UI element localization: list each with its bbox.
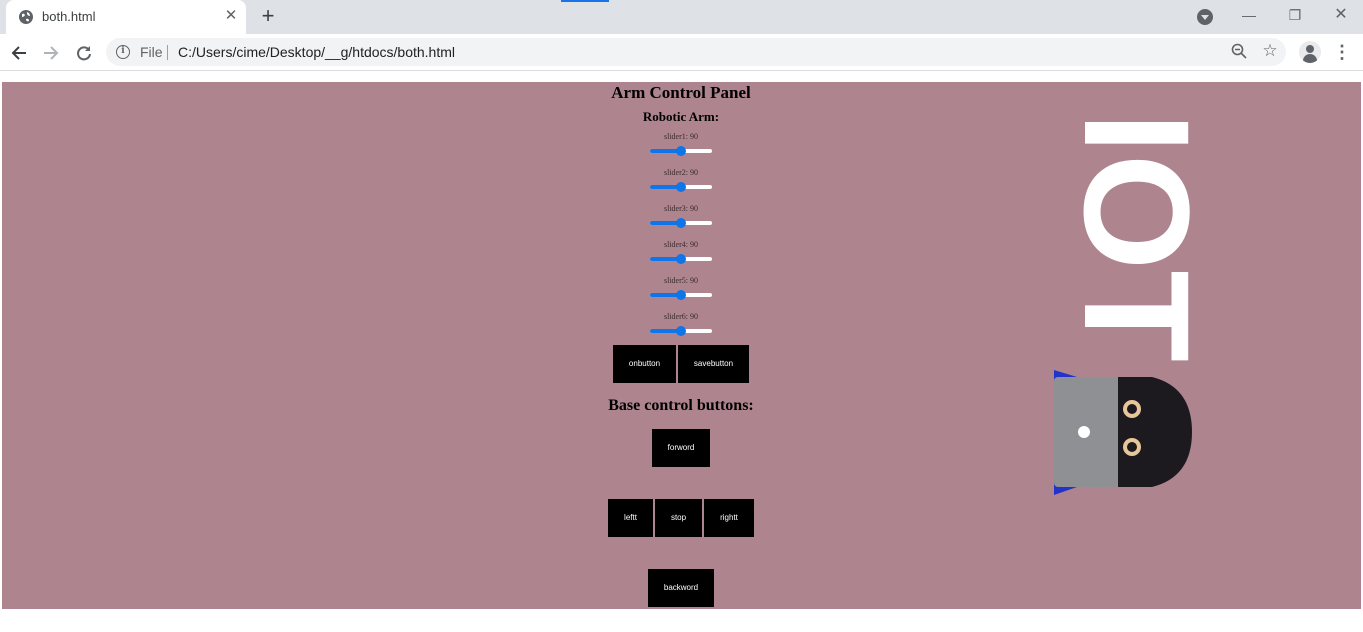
- slider-thumb[interactable]: [676, 218, 686, 228]
- browser-toolbar: i File C:/Users/cime/Desktop/__g/htdocs/…: [0, 34, 1363, 71]
- on-button[interactable]: onbutton: [613, 345, 676, 383]
- tab-strip: both.html ✕ + — ❐ ✕: [0, 0, 1363, 34]
- arrow-right-icon: [44, 46, 59, 60]
- new-tab-button[interactable]: +: [256, 5, 280, 29]
- slider-row: [531, 286, 831, 306]
- slider-row: [531, 214, 831, 234]
- browser-tab[interactable]: both.html ✕: [6, 0, 246, 34]
- slider-row: [531, 142, 831, 162]
- stop-button[interactable]: stop: [655, 499, 702, 537]
- slider-thumb[interactable]: [676, 326, 686, 336]
- iot-logo: IOT: [1053, 112, 1221, 495]
- direction-row: leftt stop rightt: [531, 499, 831, 537]
- slider-label: slider2: 90: [664, 168, 698, 177]
- range-slider[interactable]: [650, 182, 712, 192]
- iot-text: IOT: [1053, 112, 1221, 362]
- zoom-out-icon[interactable]: [1230, 43, 1248, 61]
- address-bar[interactable]: i File C:/Users/cime/Desktop/__g/htdocs/…: [106, 38, 1286, 66]
- robot-mascot-icon: [1054, 370, 1192, 495]
- magnifier-icon: [1231, 43, 1247, 59]
- avatar-head: [1306, 45, 1314, 53]
- kebab-menu-icon[interactable]: ⋮: [1333, 40, 1351, 64]
- right-button[interactable]: rightt: [704, 499, 754, 537]
- globe-icon: [19, 10, 33, 24]
- range-slider[interactable]: [650, 254, 712, 264]
- save-button[interactable]: savebutton: [678, 345, 749, 383]
- omnibox-divider: [167, 45, 168, 60]
- slider-thumb[interactable]: [676, 254, 686, 264]
- slider-thumb[interactable]: [676, 182, 686, 192]
- slider-group: slider3: 90: [531, 204, 831, 234]
- slider-group: slider4: 90: [531, 240, 831, 270]
- slider-group: slider2: 90: [531, 168, 831, 198]
- range-slider[interactable]: [650, 146, 712, 156]
- avatar-body: [1303, 54, 1317, 63]
- slider-group: slider1: 90: [531, 132, 831, 162]
- slider-thumb[interactable]: [676, 146, 686, 156]
- left-button[interactable]: leftt: [608, 499, 653, 537]
- slider-label: slider6: 90: [664, 312, 698, 321]
- backward-row: backword: [531, 537, 831, 607]
- slider-label: slider5: 90: [664, 276, 698, 285]
- forward-button[interactable]: [38, 40, 64, 66]
- close-tab-icon[interactable]: ✕: [222, 7, 240, 25]
- page-title: Arm Control Panel: [611, 83, 751, 102]
- range-slider[interactable]: [650, 326, 712, 336]
- arm-button-row: onbutton savebutton: [531, 345, 831, 383]
- slider-row: [531, 322, 831, 342]
- slider-row: [531, 250, 831, 270]
- loading-indicator: [561, 0, 609, 2]
- avatar[interactable]: [1299, 41, 1321, 63]
- tab-search-icon[interactable]: [1197, 9, 1213, 25]
- slider-label: slider3: 90: [664, 204, 698, 213]
- star-icon[interactable]: ☆: [1261, 42, 1279, 60]
- iot-logo-text: IOT: [1053, 112, 1221, 362]
- restore-button[interactable]: ❐: [1280, 4, 1310, 26]
- close-window-button[interactable]: ✕: [1326, 4, 1356, 26]
- arrow-left-icon: [11, 46, 26, 60]
- tab-title: both.html: [42, 9, 96, 24]
- slider-group: slider5: 90: [531, 276, 831, 306]
- info-icon[interactable]: i: [116, 45, 130, 59]
- url-text[interactable]: C:/Users/cime/Desktop/__g/htdocs/both.ht…: [178, 44, 455, 60]
- slider-thumb[interactable]: [676, 290, 686, 300]
- reload-icon: [77, 46, 91, 61]
- base-control-heading: Base control buttons:: [608, 397, 754, 414]
- robotic-arm-heading: Robotic Arm:: [642, 109, 720, 124]
- slider-group: slider6: 90: [531, 312, 831, 342]
- back-button[interactable]: [6, 40, 32, 66]
- slider-list: slider1: 90 slider2: 90 slider3: 90 slid…: [531, 132, 831, 342]
- backward-button[interactable]: backword: [648, 569, 714, 607]
- slider-label: slider4: 90: [664, 240, 698, 249]
- url-scheme: File: [140, 44, 163, 60]
- reload-button[interactable]: [71, 40, 97, 66]
- control-panel: Arm Control Panel Robotic Arm: slider1: …: [531, 82, 831, 607]
- slider-label: slider1: 90: [664, 132, 698, 141]
- minimize-button[interactable]: —: [1234, 4, 1264, 26]
- range-slider[interactable]: [650, 290, 712, 300]
- forward-row: forword: [531, 415, 831, 467]
- page-viewport: Arm Control Panel Robotic Arm: slider1: …: [2, 82, 1361, 609]
- forward-button[interactable]: forword: [652, 429, 710, 467]
- slider-row: [531, 178, 831, 198]
- range-slider[interactable]: [650, 218, 712, 228]
